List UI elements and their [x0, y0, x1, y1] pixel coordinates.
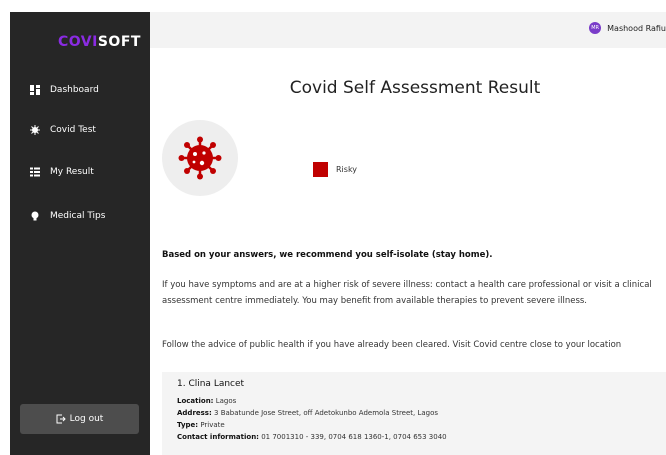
user-name: Mashood Rafiu	[607, 23, 666, 33]
sidebar: COVISOFT Dashboard Covid Test My Result …	[10, 12, 150, 455]
centre-name: 1. Clina Lancet	[177, 379, 245, 389]
advice-paragraph: If you have symptoms and are at a higher…	[162, 280, 652, 306]
sidebar-item-my-result[interactable]: My Result	[30, 164, 94, 180]
centre-address: Address: 3 Babatunde Jose Street, off Ad…	[177, 409, 438, 417]
covid-centre-card: 1. Clina Lancet Location: Lagos Address:…	[162, 372, 666, 455]
sidebar-item-covid-test[interactable]: Covid Test	[30, 122, 96, 138]
logout-icon	[56, 414, 66, 424]
sidebar-item-label: Medical Tips	[50, 211, 106, 221]
sidebar-item-label: My Result	[50, 167, 94, 177]
result-illustration	[162, 120, 238, 196]
centre-contact-label: Contact information:	[177, 433, 259, 441]
centre-location-label: Location:	[177, 397, 214, 405]
centre-contact: Contact information: 01 7001310 - 339, 0…	[177, 433, 447, 441]
logout-button[interactable]: Log out	[20, 404, 139, 434]
virus-icon	[30, 125, 40, 135]
centre-address-label: Address:	[177, 409, 212, 417]
top-bar: MR Mashood Rafiu	[150, 12, 666, 48]
page-title: Covid Self Assessment Result	[289, 78, 541, 98]
list-icon	[30, 167, 40, 177]
sidebar-item-dashboard[interactable]: Dashboard	[30, 82, 99, 98]
follow-advice-paragraph: Follow the advice of public health if yo…	[162, 340, 622, 350]
virus-icon	[178, 136, 222, 180]
logout-label: Log out	[69, 414, 104, 424]
centre-contact-value: 01 7001310 - 339, 0704 618 1360-1, 0704 …	[261, 433, 447, 441]
main-content: Covid Self Assessment Result Risky Based…	[150, 48, 666, 455]
centre-location: Location: Lagos	[177, 397, 236, 405]
logo-part-covi: COVI	[58, 34, 98, 50]
sidebar-item-label: Covid Test	[50, 125, 96, 135]
dashboard-grid-icon	[30, 85, 40, 95]
risk-status: Risky	[313, 162, 357, 177]
sidebar-item-label: Dashboard	[50, 85, 99, 95]
centre-location-value: Lagos	[215, 397, 237, 405]
sidebar-item-medical-tips[interactable]: Medical Tips	[30, 208, 105, 224]
user-profile[interactable]: MR Mashood Rafiu	[589, 22, 666, 34]
app-logo[interactable]: COVISOFT	[58, 34, 141, 50]
risk-color-swatch	[313, 162, 328, 177]
centre-type-label: Type:	[177, 421, 199, 429]
avatar: MR	[589, 22, 602, 34]
lightbulb-icon	[31, 211, 39, 221]
centre-address-value: 3 Babatunde Jose Street, off Adetokunbo …	[214, 409, 439, 417]
centre-type: Type: Private	[177, 421, 225, 429]
centre-type-value: Private	[200, 421, 225, 429]
recommendation-text: Based on your answers, we recommend you …	[162, 250, 493, 260]
risk-status-label: Risky	[336, 165, 358, 174]
logo-part-soft: SOFT	[97, 34, 141, 50]
